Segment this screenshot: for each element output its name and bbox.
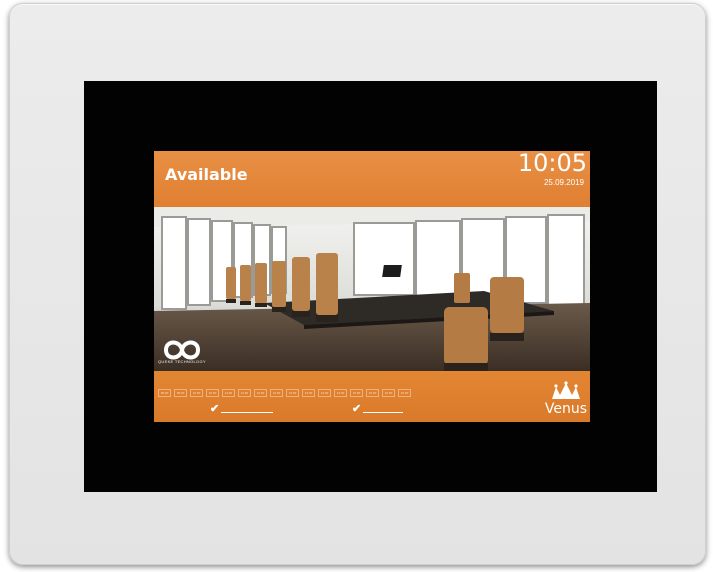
check-icon: ✔ [352, 403, 362, 415]
time-slot[interactable]: 12:00 [254, 389, 267, 397]
check-icon: ✔ [210, 403, 220, 415]
time-slot[interactable]: 09:30 [174, 389, 187, 397]
time-slot[interactable]: 11:00 [222, 389, 235, 397]
time-slot[interactable]: 10:30 [206, 389, 219, 397]
room-display-screen: Available 10:05 25.09.2019 QUEKE TECHNOL… [154, 151, 590, 422]
time-slot[interactable]: 12:30 [270, 389, 283, 397]
status-header: Available 10:05 25.09.2019 [154, 151, 590, 207]
time-slot[interactable]: 10:00 [190, 389, 203, 397]
schedule-bar: 09:00 09:30 10:00 10:30 11:00 11:30 12:0… [154, 371, 590, 422]
time-slot[interactable]: 15:30 [366, 389, 379, 397]
logo-caption: QUEKE TECHNOLOGY [158, 359, 206, 364]
time-slot[interactable]: 13:30 [302, 389, 315, 397]
booking-line [221, 412, 273, 413]
clock-time: 10:05 [517, 151, 587, 177]
clock-date: 25.09.2019 [543, 178, 584, 187]
time-slot[interactable]: 13:00 [286, 389, 299, 397]
room-photo: QUEKE TECHNOLOGY [154, 207, 590, 371]
time-slot-list: 09:00 09:30 10:00 10:30 11:00 11:30 12:0… [158, 389, 411, 397]
room-status: Available [165, 165, 248, 184]
time-slot[interactable]: 16:00 [382, 389, 395, 397]
time-slot[interactable]: 09:00 [158, 389, 171, 397]
time-slot[interactable]: 16:30 [398, 389, 411, 397]
time-slot[interactable]: 11:30 [238, 389, 251, 397]
room-name: Venus [544, 401, 587, 417]
crest-icon [552, 381, 580, 399]
time-slot[interactable]: 15:00 [350, 389, 363, 397]
time-slot[interactable]: 14:00 [318, 389, 331, 397]
booking-line [363, 412, 403, 413]
time-slot[interactable]: 14:30 [334, 389, 347, 397]
